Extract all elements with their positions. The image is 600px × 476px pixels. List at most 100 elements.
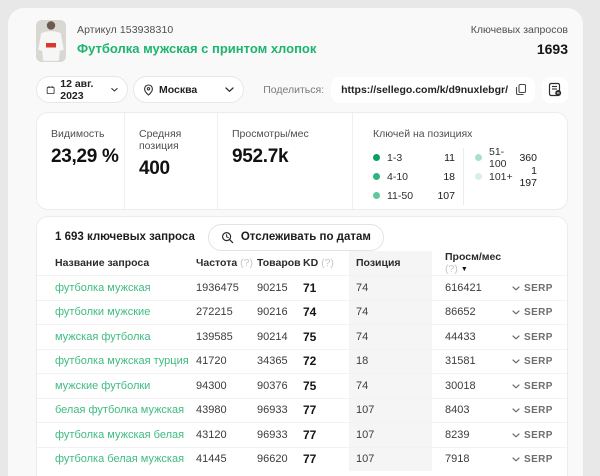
query-link[interactable]: футболка белая мужская: [55, 453, 184, 465]
report-file-icon: [548, 82, 562, 97]
query-link[interactable]: мужские футболки: [55, 380, 150, 392]
query-link[interactable]: футболка мужская: [55, 282, 151, 294]
views-cell: 7918: [432, 453, 512, 465]
products-cell: 96620: [257, 453, 303, 465]
position-cell: 18: [349, 350, 432, 374]
legend-count: 1 197: [513, 165, 537, 189]
frequency-cell: 41720: [196, 355, 257, 367]
products-cell: 90215: [257, 282, 303, 294]
table-row[interactable]: мужская футболка 139585 90214 75 74 4443…: [37, 324, 567, 349]
hint-icon[interactable]: (?): [321, 257, 334, 269]
report-button[interactable]: [542, 77, 568, 103]
serp-link[interactable]: SERP: [512, 430, 553, 441]
query-link[interactable]: мужская футболка: [55, 331, 151, 343]
frequency-cell: 1936475: [196, 282, 257, 294]
views-cell: 31581: [432, 355, 512, 367]
products-cell: 96933: [257, 429, 303, 441]
serp-link[interactable]: SERP: [512, 283, 553, 294]
legend-dot: [373, 154, 380, 161]
col-header-name: Название запроса: [37, 257, 196, 269]
col-header-kd[interactable]: KD (?): [303, 257, 349, 269]
serp-label: SERP: [524, 332, 553, 343]
product-header: Артикул 153938310 Футболка мужская с при…: [36, 20, 568, 70]
kd-cell: 77: [303, 403, 349, 417]
position-cell: 107: [349, 448, 432, 472]
calendar-icon: [46, 84, 55, 96]
hint-icon[interactable]: (?): [445, 263, 458, 275]
query-link[interactable]: футболка мужская турция: [55, 355, 189, 367]
share-url: https://sellego.com/k/d9nuxlebgr/: [341, 84, 508, 96]
serp-link[interactable]: SERP: [512, 332, 553, 343]
products-cell: 90216: [257, 306, 303, 318]
table-row[interactable]: мужские футболки 94300 90376 75 74 30018…: [37, 373, 567, 398]
serp-link[interactable]: SERP: [512, 307, 553, 318]
kd-cell: 77: [303, 452, 349, 466]
col-header-products[interactable]: Товаров: [257, 257, 303, 269]
views-cell: 616421: [432, 282, 512, 294]
table-row[interactable]: футболка мужская белая 43120 96933 77 10…: [37, 422, 567, 447]
table-row[interactable]: белая футболка мужская 43980 96933 77 10…: [37, 398, 567, 423]
sort-desc-icon[interactable]: ▼: [461, 266, 468, 273]
legend-count: 18: [443, 171, 455, 183]
chevron-down-icon: [512, 457, 520, 462]
chevron-down-icon: [512, 433, 520, 438]
products-cell: 96933: [257, 404, 303, 416]
query-link[interactable]: футболка мужская белая: [55, 429, 184, 441]
stat-visibility-label: Видимость: [51, 128, 124, 140]
keywords-label: Ключевых запросов: [471, 24, 568, 36]
chevron-down-icon: [512, 310, 520, 315]
city-selector[interactable]: Москва: [133, 76, 244, 103]
serp-label: SERP: [524, 356, 553, 367]
chevron-down-icon: [111, 87, 118, 93]
product-title-link[interactable]: Футболка мужская с принтом хлопок: [77, 41, 316, 56]
table-row[interactable]: футболка мужская 1936475 90215 71 74 616…: [37, 275, 567, 300]
copy-icon[interactable]: [515, 83, 527, 96]
serp-label: SERP: [524, 405, 553, 416]
positions-legend: 1-3 11 4-10 18 11-50 107: [373, 148, 567, 205]
kd-cell: 77: [303, 428, 349, 442]
table-row[interactable]: футболка мужская турция 41720 34365 72 1…: [37, 349, 567, 374]
legend-range: 4-10: [387, 171, 443, 183]
stat-avg-position: Средняя позиция 400: [124, 113, 217, 209]
hint-icon[interactable]: (?): [240, 257, 253, 269]
share-url-field[interactable]: https://sellego.com/k/d9nuxlebgr/: [331, 77, 535, 103]
position-cell: 74: [349, 301, 432, 325]
views-cell: 44433: [432, 331, 512, 343]
product-image[interactable]: [36, 20, 66, 62]
serp-link[interactable]: SERP: [512, 356, 553, 367]
legend-range: 101+: [489, 171, 513, 183]
legend-range: 11-50: [387, 190, 437, 202]
kd-cell: 72: [303, 354, 349, 368]
position-cell: 74: [349, 325, 432, 349]
serp-link[interactable]: SERP: [512, 381, 553, 392]
table-row[interactable]: футболка белая мужская 41445 96620 77 10…: [37, 447, 567, 472]
kd-cell: 75: [303, 379, 349, 393]
table-row[interactable]: футболки мужские 272215 90216 74 74 8665…: [37, 300, 567, 325]
query-link[interactable]: футболки мужские: [55, 306, 150, 318]
key-positions-label: Ключей на позициях: [373, 128, 567, 140]
serp-link[interactable]: SERP: [512, 405, 553, 416]
query-link[interactable]: белая футболка мужская: [55, 404, 184, 416]
stat-key-positions: Ключей на позициях 1-3 11 4-10 18: [352, 113, 567, 209]
stat-avg-position-value: 400: [139, 158, 217, 180]
chevron-down-icon: [512, 408, 520, 413]
serp-link[interactable]: SERP: [512, 454, 553, 465]
position-cell: 74: [349, 374, 432, 398]
products-cell: 90214: [257, 331, 303, 343]
track-by-dates-button[interactable]: Отслеживать по датам: [208, 224, 384, 251]
table-meta-row: 1 693 ключевых запроса Отслеживать по да…: [37, 217, 567, 251]
legend-item: 4-10 18: [373, 167, 455, 186]
toolbar: 12 авг. 2023 Москва Поделиться: https://…: [36, 76, 568, 103]
serp-label: SERP: [524, 430, 553, 441]
product-text: Артикул 153938310 Футболка мужская с при…: [77, 20, 316, 56]
date-picker[interactable]: 12 авг. 2023: [36, 76, 128, 103]
chevron-down-icon: [512, 286, 520, 291]
main-panel: Артикул 153938310 Футболка мужская с при…: [8, 8, 583, 476]
keywords-summary: Ключевых запросов 1693: [471, 20, 568, 57]
products-cell: 34365: [257, 355, 303, 367]
col-header-frequency[interactable]: Частота (?): [196, 257, 257, 269]
col-header-position[interactable]: Позиция: [349, 251, 432, 275]
legend-dot: [373, 173, 380, 180]
col-header-views[interactable]: Просм/мес (?)▼: [432, 251, 512, 275]
position-cell: 74: [349, 276, 432, 300]
